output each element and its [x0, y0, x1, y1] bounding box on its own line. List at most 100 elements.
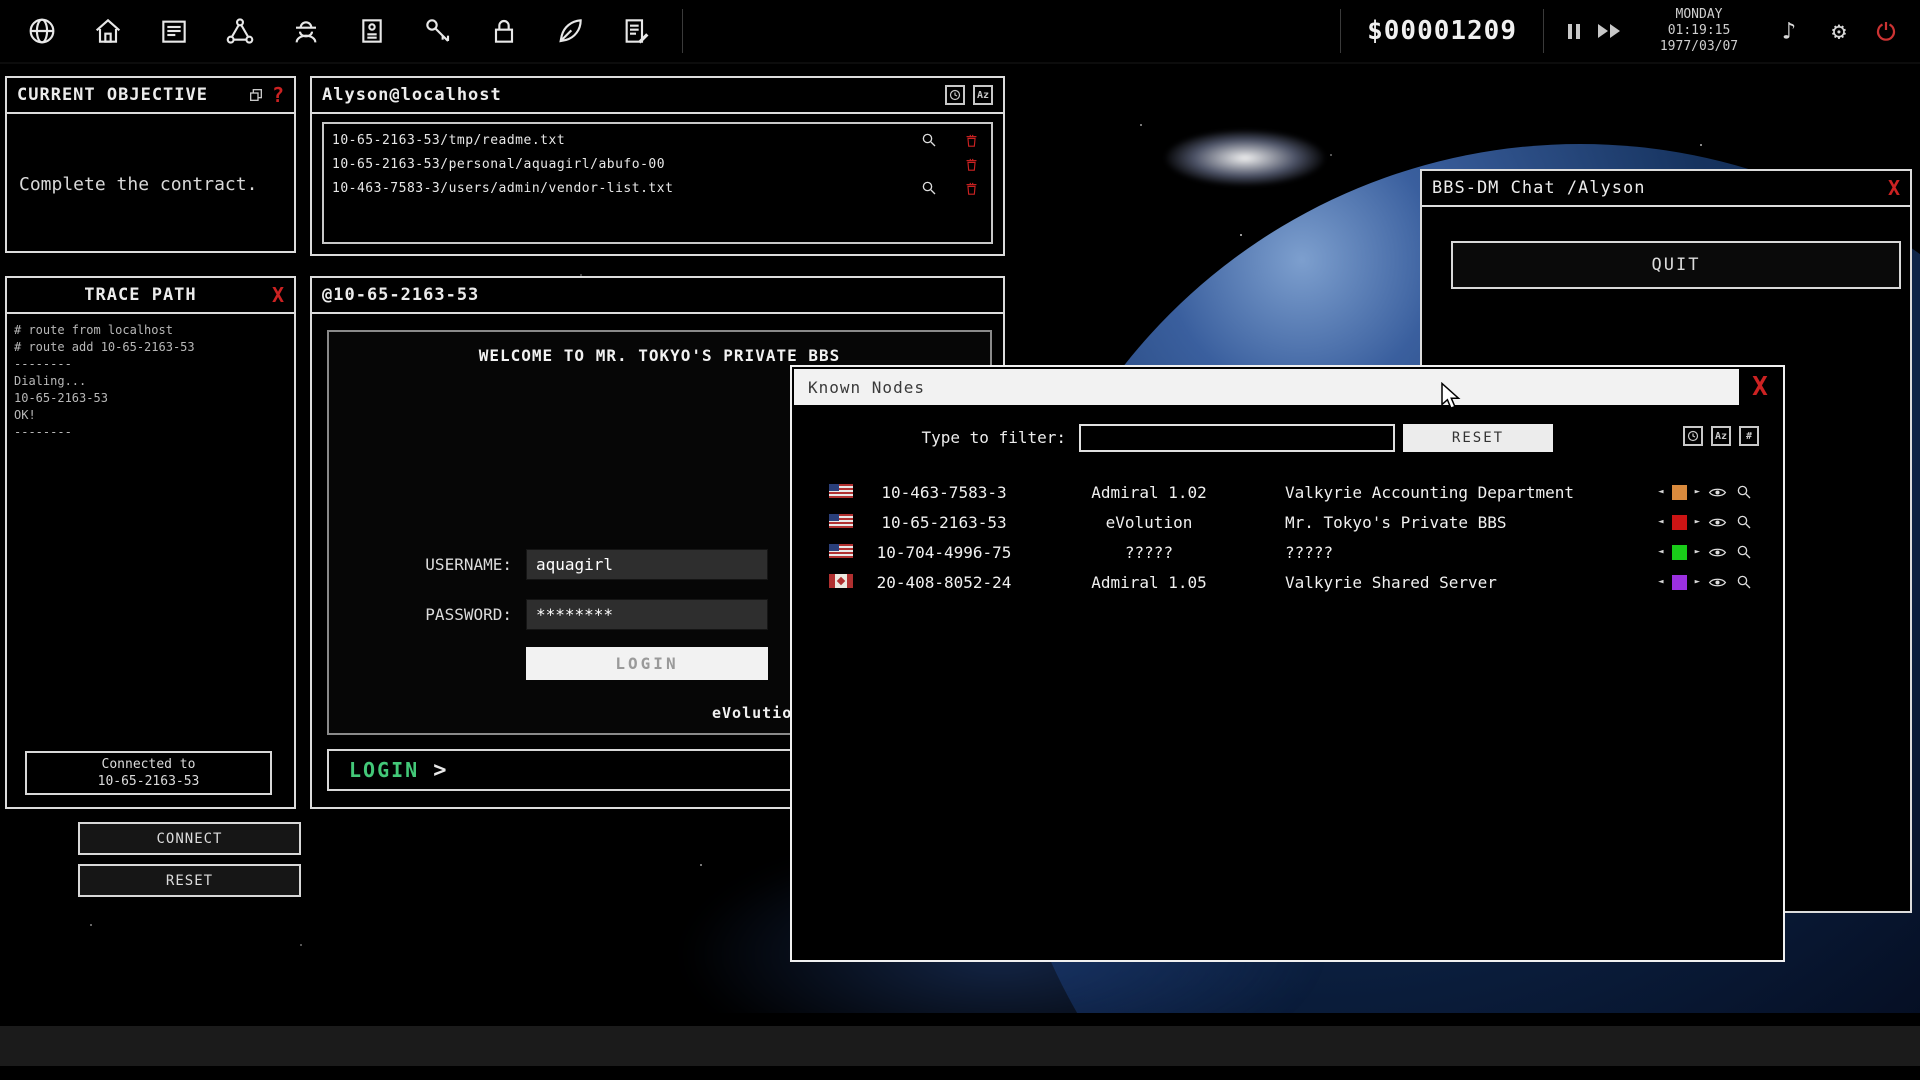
- trash-icon[interactable]: [961, 132, 981, 149]
- music-icon[interactable]: ♪: [1774, 17, 1804, 45]
- node-number: 10-65-2163-53: [859, 513, 1029, 532]
- node-row[interactable]: 10-463-7583-3 Admiral 1.02 Valkyrie Acco…: [792, 477, 1783, 507]
- trace-status-line: Connected to: [27, 756, 270, 773]
- topbar-divider: [1340, 9, 1341, 53]
- connect-button[interactable]: CONNECT: [78, 822, 301, 855]
- globe-icon[interactable]: [22, 11, 62, 51]
- eye-icon[interactable]: [1708, 483, 1727, 502]
- clock-display: MONDAY 01:19:15 1977/03/07: [1644, 7, 1754, 55]
- file-browser-title: Alyson@localhost: [322, 85, 502, 105]
- topbar-divider: [1543, 9, 1544, 53]
- lock-icon[interactable]: [484, 11, 524, 51]
- file-path: 10-65-2163-53/personal/aquagirl/abufo-00: [332, 157, 919, 172]
- node-description: Mr. Tokyo's Private BBS: [1269, 513, 1658, 532]
- sort-number-icon[interactable]: #: [1739, 426, 1759, 446]
- clock-time: 01:19:15: [1644, 23, 1754, 39]
- trash-icon[interactable]: [961, 156, 981, 173]
- connection-titlebar: @10-65-2163-53: [312, 278, 1003, 314]
- color-next-arrow[interactable]: ►: [1695, 577, 1700, 587]
- file-row[interactable]: 10-65-2163-53/tmp/readme.txt: [324, 128, 991, 152]
- notes-icon[interactable]: [616, 11, 656, 51]
- node-row[interactable]: 20-408-8052-24 Admiral 1.05 Valkyrie Sha…: [792, 567, 1783, 597]
- filter-reset-button[interactable]: RESET: [1403, 424, 1553, 452]
- sort-time-icon[interactable]: [1683, 426, 1703, 446]
- file-browser-panel: Alyson@localhost Az 10-65-2163-53/tmp/re…: [310, 76, 1005, 256]
- quit-button[interactable]: QUIT: [1451, 241, 1901, 289]
- node-description: Valkyrie Shared Server: [1269, 573, 1658, 592]
- search-icon[interactable]: [1735, 543, 1753, 561]
- password-field[interactable]: [526, 599, 768, 630]
- color-next-arrow[interactable]: ►: [1695, 547, 1700, 557]
- sort-time-icon[interactable]: [945, 85, 965, 105]
- color-prev-arrow[interactable]: ◄: [1658, 487, 1663, 497]
- username-field[interactable]: [526, 549, 768, 580]
- color-prev-arrow[interactable]: ◄: [1658, 577, 1663, 587]
- trace-title: TRACE PATH: [17, 285, 264, 305]
- eye-icon[interactable]: [1708, 513, 1727, 532]
- search-icon[interactable]: [1735, 483, 1753, 501]
- search-icon[interactable]: [919, 179, 939, 197]
- file-browser-titlebar: Alyson@localhost Az: [312, 78, 1003, 114]
- bbs-vendor-brand: eVolution: [712, 704, 802, 722]
- sort-alpha-icon[interactable]: Az: [1711, 426, 1731, 446]
- search-icon[interactable]: [1735, 573, 1753, 591]
- chat-titlebar: BBS-DM Chat /Alyson X: [1422, 171, 1910, 207]
- node-number: 20-408-8052-24: [859, 573, 1029, 592]
- node-row[interactable]: 10-65-2163-53 eVolution Mr. Tokyo's Priv…: [792, 507, 1783, 537]
- search-icon[interactable]: [919, 131, 939, 149]
- bbs-login-button[interactable]: LOGIN: [526, 647, 768, 680]
- node-client: eVolution: [1029, 513, 1269, 532]
- trace-panel: TRACE PATH X # route from localhost # ro…: [5, 276, 296, 809]
- color-prev-arrow[interactable]: ◄: [1658, 547, 1663, 557]
- color-next-arrow[interactable]: ►: [1695, 517, 1700, 527]
- color-next-arrow[interactable]: ►: [1695, 487, 1700, 497]
- trace-log-line: # route from localhost: [14, 322, 287, 339]
- chevron-right-icon: >: [433, 758, 446, 783]
- chat-title: BBS-DM Chat /Alyson: [1432, 178, 1645, 198]
- fast-forward-icon[interactable]: [1594, 20, 1624, 42]
- node-color-swatch: [1672, 545, 1687, 560]
- trash-icon[interactable]: [961, 180, 981, 197]
- power-icon[interactable]: [1874, 19, 1904, 43]
- spy-icon[interactable]: [286, 11, 326, 51]
- trace-log-line: --------: [14, 356, 287, 373]
- filter-input[interactable]: [1079, 424, 1395, 452]
- card-icon[interactable]: [352, 11, 392, 51]
- node-color-swatch: [1672, 575, 1687, 590]
- known-nodes-titlebar[interactable]: Known Nodes X: [794, 369, 1781, 405]
- login-prompt-label: LOGIN: [349, 758, 419, 782]
- help-icon[interactable]: ?: [272, 83, 284, 107]
- node-number: 10-463-7583-3: [859, 483, 1029, 502]
- settings-gear-icon[interactable]: ⚙: [1824, 17, 1854, 45]
- sort-alpha-icon[interactable]: Az: [973, 85, 993, 105]
- flag-icon: [829, 574, 853, 588]
- money-display: $00001209: [1361, 16, 1523, 46]
- file-row[interactable]: 10-463-7583-3/users/admin/vendor-list.tx…: [324, 176, 991, 200]
- bottom-taskbar-strip: [0, 1026, 1920, 1066]
- close-icon[interactable]: X: [1739, 369, 1781, 405]
- close-icon[interactable]: X: [272, 283, 284, 307]
- file-row[interactable]: 10-65-2163-53/personal/aquagirl/abufo-00: [324, 152, 991, 176]
- password-label: PASSWORD:: [425, 605, 512, 624]
- objective-title: CURRENT OBJECTIVE: [17, 85, 208, 105]
- color-prev-arrow[interactable]: ◄: [1658, 517, 1663, 527]
- network-icon[interactable]: [220, 11, 260, 51]
- connection-title: @10-65-2163-53: [322, 285, 479, 305]
- reset-button[interactable]: RESET: [78, 864, 301, 897]
- eye-icon[interactable]: [1708, 543, 1727, 562]
- eye-icon[interactable]: [1708, 573, 1727, 592]
- news-icon[interactable]: [154, 11, 194, 51]
- restore-window-icon[interactable]: [248, 87, 264, 103]
- node-color-swatch: [1672, 515, 1687, 530]
- key-icon[interactable]: [418, 11, 458, 51]
- quill-icon[interactable]: [550, 11, 590, 51]
- planet-sun-glare: [1165, 130, 1325, 186]
- close-icon[interactable]: X: [1888, 176, 1900, 200]
- pause-icon[interactable]: [1564, 20, 1584, 43]
- file-list: 10-65-2163-53/tmp/readme.txt 10-65-2163-…: [322, 122, 993, 244]
- node-number: 10-704-4996-75: [859, 543, 1029, 562]
- topbar-divider: [682, 9, 683, 53]
- search-icon[interactable]: [1735, 513, 1753, 531]
- home-icon[interactable]: [88, 11, 128, 51]
- node-row[interactable]: 10-704-4996-75 ????? ????? ◄ ►: [792, 537, 1783, 567]
